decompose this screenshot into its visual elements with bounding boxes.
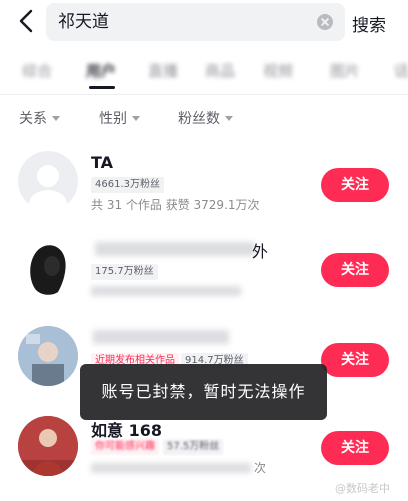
follow-button[interactable]: 关注 <box>321 343 389 377</box>
filter-gender-label: 性别 <box>99 111 127 127</box>
tab-general[interactable]: 综合 <box>22 60 52 82</box>
search-input[interactable]: 祁天道 <box>46 3 345 41</box>
filter-gender[interactable]: 性别 <box>99 108 140 128</box>
follow-button[interactable]: 关注 <box>321 431 389 465</box>
redacted-stats <box>91 463 251 473</box>
default-avatar-icon[interactable] <box>18 151 78 211</box>
tabs-divider <box>0 94 408 95</box>
tab-products[interactable]: 商品 <box>205 60 235 82</box>
result-tabs: 综合 用户 直播 商品 视频 图片 话 <box>0 52 408 92</box>
user-stats: 共 31 个作品 获赞 3729.1万次 <box>91 198 260 212</box>
back-icon[interactable] <box>14 8 40 34</box>
filter-fans-label: 粉丝数 <box>178 111 220 127</box>
search-button[interactable]: 搜索 <box>352 11 386 36</box>
avatar[interactable] <box>18 238 78 298</box>
user-result-row[interactable]: 外 175.7万粉丝 关注 <box>0 232 408 320</box>
search-query-text: 祁天道 <box>58 12 109 32</box>
redacted-name <box>95 242 255 256</box>
active-tab-indicator <box>89 86 115 89</box>
tab-topics[interactable]: 话 <box>394 60 408 82</box>
search-header: 祁天道 搜索 <box>0 0 408 44</box>
caret-down-icon <box>52 115 60 121</box>
redacted-stats <box>91 286 241 296</box>
fans-count-badge: 175.7万粉丝 <box>91 264 158 280</box>
user-stats-tail: 次 <box>254 461 267 475</box>
filter-relation[interactable]: 关系 <box>19 108 60 128</box>
filter-fans[interactable]: 粉丝数 <box>178 108 233 128</box>
user-name[interactable]: TA <box>91 153 113 172</box>
tab-images[interactable]: 图片 <box>330 60 360 82</box>
interest-tag: 你可能感兴趣 <box>91 439 159 455</box>
fans-count-badge: 57.5万粉丝 <box>163 439 224 455</box>
user-result-row[interactable]: TA 4661.3万粉丝 共 31 个作品 获赞 3729.1万次 关注 <box>0 146 408 234</box>
watermark: @数码老中 <box>335 482 390 495</box>
follow-button[interactable]: 关注 <box>321 168 389 202</box>
filter-relation-label: 关系 <box>19 111 47 127</box>
user-name-tail: 外 <box>252 242 269 261</box>
avatar[interactable] <box>18 416 78 476</box>
banned-toast: 账号已封禁，暂时无法操作 <box>80 364 327 420</box>
caret-down-icon <box>225 115 233 121</box>
redacted-name <box>93 330 229 344</box>
tab-users[interactable]: 用户 <box>86 60 116 82</box>
tab-live[interactable]: 直播 <box>148 60 178 82</box>
filter-bar: 关系 性别 粉丝数 <box>0 96 408 140</box>
user-name[interactable]: 如意 168 <box>91 417 162 441</box>
tab-videos[interactable]: 视频 <box>263 60 293 82</box>
fans-count-badge: 4661.3万粉丝 <box>91 177 164 193</box>
avatar[interactable] <box>18 326 78 386</box>
clear-icon[interactable] <box>317 14 333 30</box>
caret-down-icon <box>132 115 140 121</box>
follow-button[interactable]: 关注 <box>321 253 389 287</box>
